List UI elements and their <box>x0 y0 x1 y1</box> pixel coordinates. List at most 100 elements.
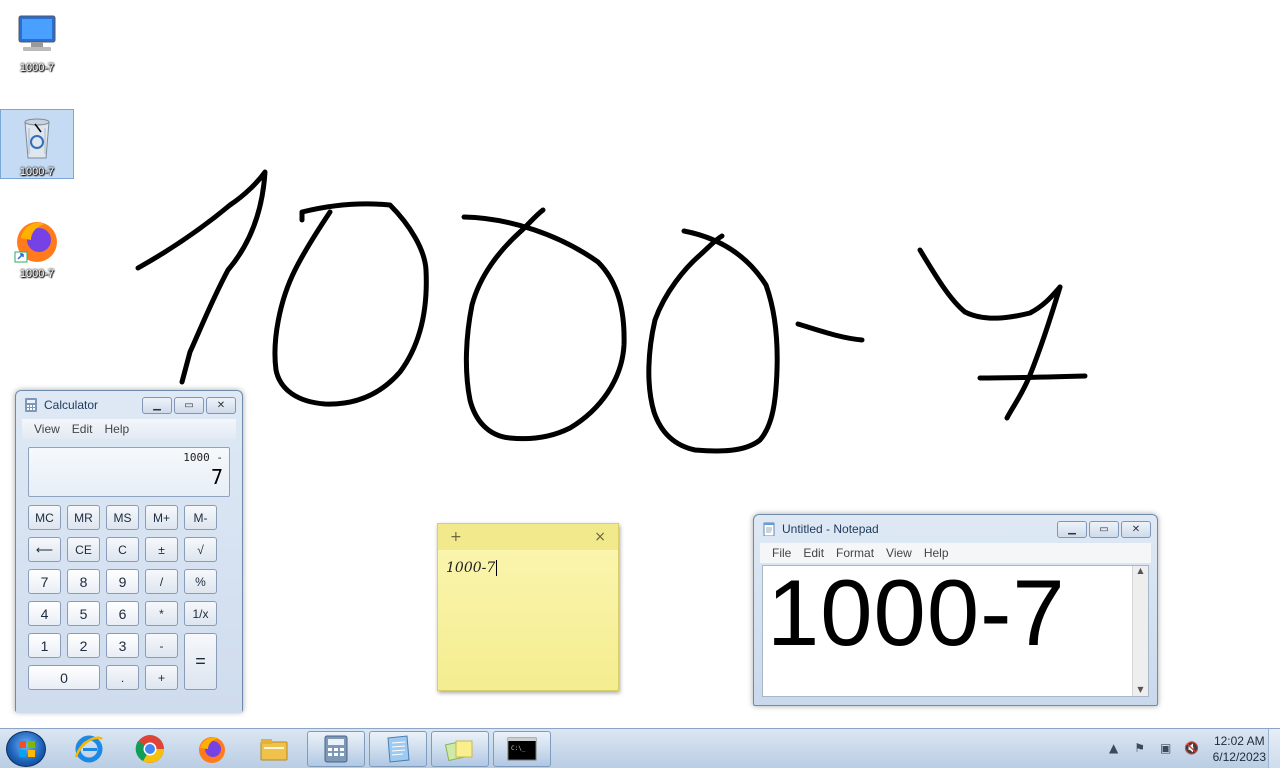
start-button[interactable] <box>6 731 46 767</box>
file-explorer-icon <box>260 739 288 761</box>
key-ce[interactable]: CE <box>67 537 100 562</box>
key-sqrt[interactable]: √ <box>184 537 217 562</box>
volume-muted-icon[interactable]: 🔇 <box>1184 741 1200 757</box>
svg-text:C:\_: C:\_ <box>511 745 526 752</box>
notepad-menubar: File Edit Format View Help <box>760 543 1151 563</box>
taskbar: C:\_ ▲ ⚑ ▣ 🔇 12:02 AM 6/12/2023 <box>0 728 1280 768</box>
key-divide[interactable]: / <box>145 569 178 594</box>
add-note-button[interactable]: + <box>450 529 462 545</box>
taskbar-firefox[interactable] <box>183 731 241 767</box>
menu-edit[interactable]: Edit <box>803 546 824 560</box>
minimize-icon: ▁ <box>1068 523 1076 535</box>
close-button[interactable]: ✕ <box>206 396 236 414</box>
key-mr[interactable]: MR <box>67 505 100 530</box>
window-title: Calculator <box>44 398 99 412</box>
notepad-titlebar[interactable]: Untitled - Notepad ▁ ▭ ✕ <box>754 515 1157 543</box>
scroll-up-icon[interactable]: ▲ <box>1133 566 1148 575</box>
recycle-bin-icon <box>13 114 61 162</box>
computer-icon <box>13 10 61 58</box>
calculator-display: 1000 - 7 <box>28 447 230 497</box>
key-plus-minus[interactable]: ± <box>145 537 178 562</box>
command-prompt-icon: C:\_ <box>507 737 537 761</box>
key-mc[interactable]: MC <box>28 505 61 530</box>
sticky-note[interactable]: + × 1000-7 <box>437 523 619 691</box>
key-2[interactable]: 2 <box>67 633 100 658</box>
sticky-note-text[interactable]: 1000-7 <box>438 550 618 586</box>
vertical-scrollbar[interactable]: ▲ ▼ <box>1132 566 1148 696</box>
taskbar-file-explorer[interactable] <box>245 731 303 767</box>
key-9[interactable]: 9 <box>106 569 139 594</box>
key-6[interactable]: 6 <box>106 601 139 626</box>
close-icon: ✕ <box>216 399 226 411</box>
key-1[interactable]: 1 <box>28 633 61 658</box>
stroke-digit-0-c <box>646 228 780 454</box>
taskbar-chrome[interactable] <box>121 731 179 767</box>
show-desktop-button[interactable] <box>1268 729 1280 768</box>
taskbar-internet-explorer[interactable] <box>60 731 118 767</box>
key-subtract[interactable]: - <box>145 633 178 658</box>
key-m-minus[interactable]: M- <box>184 505 217 530</box>
key-8[interactable]: 8 <box>67 569 100 594</box>
key-m-plus[interactable]: M+ <box>145 505 178 530</box>
key-percent[interactable]: % <box>184 569 217 594</box>
desktop-icon-recycle-bin[interactable]: 1000-7 <box>0 109 74 179</box>
key-decimal[interactable]: . <box>106 665 139 690</box>
network-icon[interactable]: ▣ <box>1158 741 1174 757</box>
stroke-digit-7-a <box>917 247 1063 321</box>
action-center-flag-icon[interactable]: ⚑ <box>1132 741 1148 757</box>
maximize-button[interactable]: ▭ <box>1089 520 1119 538</box>
internet-explorer-icon <box>74 735 103 763</box>
desktop-icon-computer[interactable]: 1000-7 <box>0 6 74 76</box>
desktop-icon-firefox[interactable]: 1000-7 <box>0 212 74 282</box>
firefox-icon <box>199 737 225 763</box>
key-add[interactable]: + <box>145 665 178 690</box>
menu-view[interactable]: View <box>886 546 912 560</box>
key-multiply[interactable]: * <box>145 601 178 626</box>
calculator-titlebar[interactable]: Calculator ▁ ▭ ✕ <box>16 391 242 419</box>
scroll-down-icon[interactable]: ▼ <box>1133 685 1148 694</box>
maximize-icon: ▭ <box>1099 523 1109 535</box>
show-hidden-icons-icon[interactable]: ▲ <box>1106 741 1122 757</box>
stroke-dash <box>795 321 865 343</box>
calculator-window[interactable]: Calculator ▁ ▭ ✕ View Edit Help 1000 - 7… <box>15 390 243 713</box>
menu-help[interactable]: Help <box>104 422 129 436</box>
notepad-icon <box>762 522 776 537</box>
menu-edit[interactable]: Edit <box>72 422 93 436</box>
key-5[interactable]: 5 <box>67 601 100 626</box>
calculator-icon <box>24 398 38 412</box>
minimize-button[interactable]: ▁ <box>142 396 172 414</box>
menu-view[interactable]: View <box>34 422 60 436</box>
close-note-button[interactable]: × <box>594 529 606 545</box>
minimize-button[interactable]: ▁ <box>1057 520 1087 538</box>
display-expression: 1000 - <box>183 451 223 464</box>
notepad-icon <box>387 735 410 763</box>
window-title: Untitled - Notepad <box>782 522 879 536</box>
sticky-notes-icon <box>444 740 473 762</box>
notepad-window[interactable]: Untitled - Notepad ▁ ▭ ✕ File Edit Forma… <box>753 514 1158 706</box>
menu-help[interactable]: Help <box>924 546 949 560</box>
close-button[interactable]: ✕ <box>1121 520 1151 538</box>
key-7[interactable]: 7 <box>28 569 61 594</box>
stroke-digit-7-c <box>977 373 1088 381</box>
taskbar-sticky-notes[interactable] <box>431 731 489 767</box>
key-ms[interactable]: MS <box>106 505 139 530</box>
key-0[interactable]: 0 <box>28 665 100 690</box>
menu-format[interactable]: Format <box>836 546 874 560</box>
desktop-icon-label: 1000-7 <box>19 268 55 280</box>
clock[interactable]: 12:02 AM 6/12/2023 <box>1213 733 1266 765</box>
taskbar-calculator[interactable] <box>307 731 365 767</box>
key-c[interactable]: C <box>106 537 139 562</box>
key-reciprocal[interactable]: 1/x <box>184 601 217 626</box>
key-3[interactable]: 3 <box>106 633 139 658</box>
taskbar-command-prompt[interactable]: C:\_ <box>493 731 551 767</box>
taskbar-notepad[interactable] <box>369 731 427 767</box>
menu-file[interactable]: File <box>772 546 791 560</box>
key-equals[interactable]: = <box>184 633 217 690</box>
desktop-icon-label: 1000-7 <box>19 62 55 74</box>
key-backspace[interactable]: ⟵ <box>28 537 61 562</box>
maximize-button[interactable]: ▭ <box>174 396 204 414</box>
clock-date: 6/12/2023 <box>1212 750 1266 764</box>
maximize-icon: ▭ <box>184 399 194 411</box>
notepad-text-area[interactable]: 1000-7 ▲ ▼ <box>762 565 1149 697</box>
key-4[interactable]: 4 <box>28 601 61 626</box>
